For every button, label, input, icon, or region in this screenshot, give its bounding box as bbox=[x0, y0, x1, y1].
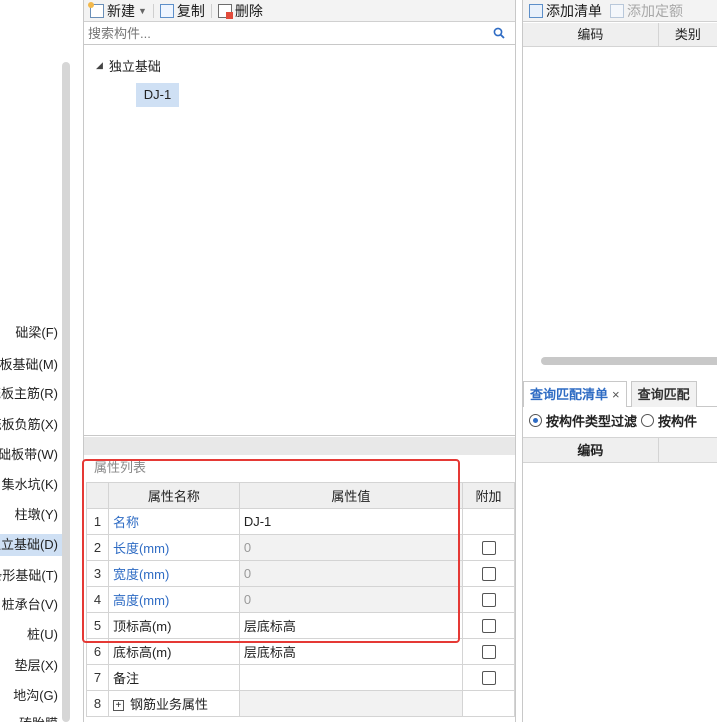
new-button[interactable]: 新建 ▼ bbox=[88, 1, 147, 21]
delete-button[interactable]: 删除 bbox=[217, 1, 263, 21]
component-tree: ◢ 独立基础 DJ-1 bbox=[84, 46, 515, 436]
header-value: 属性值 bbox=[238, 482, 464, 509]
table-row[interactable]: 4 高度(mm) 0 bbox=[86, 586, 515, 613]
property-value[interactable]: DJ-1 bbox=[238, 508, 464, 535]
header-index bbox=[86, 482, 109, 509]
table-row[interactable]: 2 长度(mm) 0 bbox=[86, 534, 515, 561]
table-header-row: 属性名称 属性值 附加 bbox=[86, 482, 515, 509]
nav-item[interactable]: 柱墩(Y) bbox=[0, 504, 62, 526]
search-input[interactable] bbox=[88, 26, 468, 41]
nav-item[interactable]: 筏板主筋(R) bbox=[0, 383, 62, 405]
header-code: 编码 bbox=[523, 23, 659, 46]
search-bar bbox=[84, 23, 515, 45]
property-name: 高度(mm) bbox=[107, 586, 240, 613]
header-category: 类别 bbox=[674, 27, 701, 42]
close-icon[interactable]: × bbox=[612, 387, 620, 402]
property-value[interactable]: 层底标高 bbox=[238, 612, 464, 639]
quota-icon bbox=[610, 3, 624, 18]
header-code: 编码 bbox=[523, 438, 659, 462]
property-value[interactable]: 0 bbox=[238, 534, 464, 561]
nav-item[interactable]: 础梁(F) bbox=[0, 322, 62, 344]
add-checkbox[interactable] bbox=[481, 541, 496, 556]
property-panel: 属性列表 属性名称 属性值 附加 1 名称 DJ-1 2 长度(mm) 0 3 … bbox=[84, 455, 515, 722]
property-group[interactable]: + 钢筋业务属性 bbox=[107, 690, 240, 717]
nav-item[interactable]: 筏板基础(M) bbox=[0, 354, 62, 376]
list-toolbar: 添加清单 添加定额 bbox=[523, 0, 717, 22]
horizontal-scrollbar[interactable] bbox=[541, 357, 717, 365]
tree-node-root[interactable]: ◢ 独立基础 bbox=[96, 56, 161, 75]
add-checkbox[interactable] bbox=[481, 645, 496, 660]
tab-query-match-list[interactable]: 查询匹配清单 × bbox=[523, 381, 627, 407]
property-name: 顶标高(m) bbox=[107, 612, 240, 639]
property-value[interactable]: 0 bbox=[238, 586, 464, 613]
add-quota-button[interactable]: 添加定额 bbox=[610, 1, 683, 21]
nav-scrollbar[interactable] bbox=[62, 62, 70, 722]
add-list-button[interactable]: 添加清单 bbox=[529, 1, 602, 21]
copy-icon bbox=[159, 3, 174, 18]
table-row[interactable]: 5 顶标高(m) 层底标高 bbox=[86, 612, 515, 639]
component-nav: 础梁(F) 筏板基础(M) 筏板主筋(R) 筏板负筋(X) 基础板带(W) 集水… bbox=[0, 0, 70, 722]
component-toolbar: 新建 ▼ 复制 删除 bbox=[84, 0, 515, 22]
nav-item[interactable]: 集水坑(K) bbox=[0, 474, 62, 496]
query-tabs: 查询匹配清单 × 查询匹配 bbox=[523, 381, 717, 407]
delete-icon bbox=[217, 3, 233, 19]
property-value bbox=[238, 690, 464, 717]
radio-filter-component[interactable] bbox=[641, 414, 655, 427]
nav-item[interactable]: 条形基础(T) bbox=[0, 565, 62, 587]
property-name: 宽度(mm) bbox=[107, 560, 240, 587]
property-table: 属性名称 属性值 附加 1 名称 DJ-1 2 长度(mm) 0 3 宽度(mm… bbox=[86, 482, 515, 717]
collapse-triangle-icon[interactable]: ◢ bbox=[96, 60, 103, 71]
list-icon bbox=[529, 3, 543, 18]
property-value[interactable] bbox=[238, 664, 464, 691]
table-row[interactable]: 3 宽度(mm) 0 bbox=[86, 560, 515, 587]
panel-splitter[interactable] bbox=[84, 437, 515, 455]
nav-item-selected[interactable]: 独立基础(D) bbox=[0, 534, 62, 556]
match-table-header: 编码 bbox=[523, 437, 717, 463]
property-value[interactable]: 0 bbox=[238, 560, 464, 587]
header-name: 属性名称 bbox=[107, 482, 240, 509]
nav-item[interactable]: 桩承台(V) bbox=[0, 594, 62, 616]
property-value[interactable]: 层底标高 bbox=[238, 638, 464, 665]
tab-query-match[interactable]: 查询匹配 bbox=[630, 381, 697, 407]
add-checkbox[interactable] bbox=[481, 671, 496, 686]
toolbar-divider bbox=[210, 3, 212, 18]
search-icon[interactable] bbox=[493, 27, 505, 39]
radio-filter-type[interactable] bbox=[529, 414, 542, 427]
table-row[interactable]: 8 + 钢筋业务属性 bbox=[86, 690, 515, 717]
nav-item[interactable]: 筏板负筋(X) bbox=[0, 414, 62, 436]
nav-item[interactable]: 砖胎膜 bbox=[0, 713, 62, 722]
toolbar-divider bbox=[152, 3, 154, 18]
chevron-down-icon[interactable]: ▼ bbox=[138, 6, 147, 16]
expand-plus-icon[interactable]: + bbox=[112, 700, 124, 712]
add-checkbox[interactable] bbox=[481, 593, 496, 608]
list-table-header: 编码 类别 bbox=[523, 23, 717, 47]
add-checkbox[interactable] bbox=[481, 619, 496, 634]
new-icon bbox=[88, 1, 104, 18]
table-row[interactable]: 6 底标高(m) 层底标高 bbox=[86, 638, 515, 665]
copy-button[interactable]: 复制 bbox=[159, 1, 205, 21]
nav-item[interactable]: 基础板带(W) bbox=[0, 444, 62, 466]
table-row[interactable]: 1 名称 DJ-1 bbox=[86, 508, 515, 535]
add-cell bbox=[462, 508, 515, 535]
table-row[interactable]: 7 备注 bbox=[86, 664, 515, 691]
property-name: 底标高(m) bbox=[107, 638, 240, 665]
property-name: 长度(mm) bbox=[107, 534, 240, 561]
property-list-title: 属性列表 bbox=[94, 460, 147, 475]
property-name: 名称 bbox=[107, 508, 240, 535]
filter-radio-group: 按构件类型过滤 按构件 bbox=[529, 411, 697, 430]
nav-item[interactable]: 桩(U) bbox=[0, 624, 62, 646]
nav-item[interactable]: 垫层(X) bbox=[0, 655, 62, 677]
property-name: 备注 bbox=[107, 664, 240, 691]
header-add: 附加 bbox=[462, 482, 515, 509]
tree-node-selected[interactable]: DJ-1 bbox=[136, 83, 179, 107]
nav-item[interactable]: 地沟(G) bbox=[0, 685, 62, 707]
list-panel: 添加清单 添加定额 编码 类别 查询匹配清单 × 查询匹配 按构件类型过滤 按构件… bbox=[522, 0, 717, 722]
add-checkbox[interactable] bbox=[481, 567, 496, 582]
component-panel: 新建 ▼ 复制 删除 ◢ 独立基础 DJ-1 属性列表 bbox=[83, 0, 516, 722]
